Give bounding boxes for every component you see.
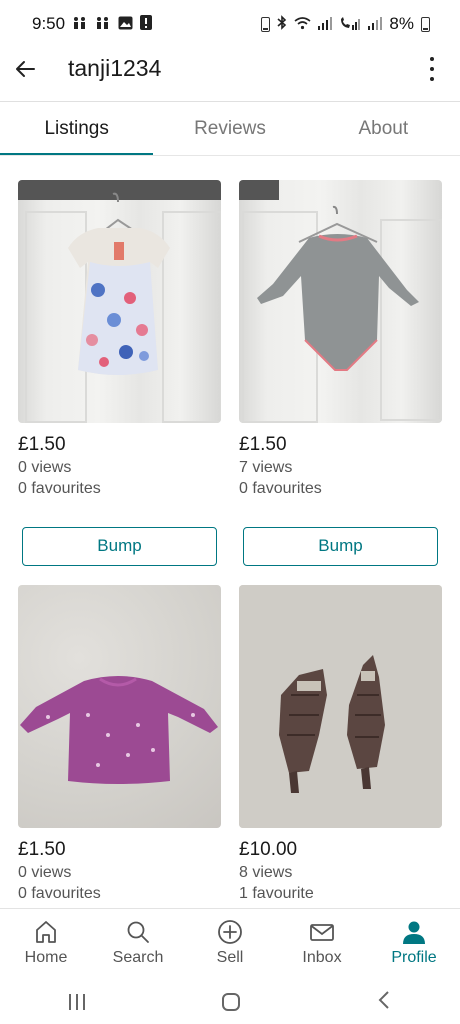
tab-reviews[interactable]: Reviews <box>153 102 306 156</box>
listing-photo[interactable] <box>18 585 221 828</box>
more-options-icon[interactable] <box>422 54 442 84</box>
kids-icon <box>72 16 88 33</box>
listing-views: 0 views <box>18 864 72 881</box>
listing-views: 0 views <box>18 459 72 476</box>
listing-price: £1.50 <box>18 434 66 455</box>
listings-grid: £1.50 0 views 0 favourites Bump £1.50 7 … <box>0 180 460 910</box>
nav-home[interactable]: Home <box>0 909 92 979</box>
search-icon <box>127 921 149 943</box>
listing-price: £1.50 <box>18 839 66 860</box>
nav-inbox[interactable]: Inbox <box>276 909 368 979</box>
battery-level: 8% <box>389 14 414 33</box>
profile-screen: 9:50 8% tanji1234 Listings Reviews About… <box>0 0 460 1024</box>
profile-icon <box>403 921 425 944</box>
battery-icon <box>421 16 430 32</box>
page-title: tanji1234 <box>68 55 162 81</box>
system-navigation-bar <box>0 979 460 1024</box>
bluetooth-icon <box>277 15 287 33</box>
nav-sell[interactable]: Sell <box>184 909 276 979</box>
recent-apps-icon[interactable] <box>68 993 85 1010</box>
listing-card[interactable]: £1.50 7 views 0 favourites Bump <box>239 180 442 566</box>
system-back-icon[interactable] <box>377 990 391 1013</box>
listing-views: 8 views <box>239 864 293 881</box>
profile-tabs: Listings Reviews About <box>0 102 460 156</box>
call-signal-icon <box>339 16 361 33</box>
divider <box>0 155 460 156</box>
image-icon <box>118 16 133 33</box>
back-arrow-icon[interactable] <box>12 56 38 82</box>
signal-icon <box>368 16 383 33</box>
nav-inbox-label: Inbox <box>302 949 342 966</box>
bump-button[interactable]: Bump <box>22 527 217 566</box>
nav-profile-label: Profile <box>391 949 437 966</box>
tab-listings[interactable]: Listings <box>0 102 154 156</box>
listing-favourites: 0 favourites <box>18 480 101 497</box>
nav-search[interactable]: Search <box>92 909 184 979</box>
nav-sell-label: Sell <box>216 949 244 966</box>
nav-profile[interactable]: Profile <box>368 909 460 979</box>
listing-favourites: 0 favourites <box>239 480 322 497</box>
nav-search-label: Search <box>112 949 164 966</box>
plus-circle-icon <box>218 920 242 944</box>
listing-price: £10.00 <box>239 839 298 860</box>
bottom-navigation: Home Search Sell Inbox Profile <box>0 909 460 979</box>
listing-photo[interactable] <box>18 180 221 423</box>
app-header: tanji1234 <box>0 48 460 102</box>
status-time: 9:50 <box>32 14 66 33</box>
status-bar: 9:50 8% <box>0 0 460 48</box>
home-icon <box>36 921 56 943</box>
nav-home-label: Home <box>24 949 68 966</box>
listing-photo[interactable] <box>239 180 442 423</box>
signal-icon <box>318 16 333 33</box>
listing-card[interactable]: £10.00 8 views 1 favourite <box>239 585 442 904</box>
home-button-icon[interactable] <box>221 992 240 1011</box>
listing-favourites: 1 favourite <box>239 885 314 902</box>
listing-price: £1.50 <box>239 434 287 455</box>
mail-icon <box>310 924 334 941</box>
battery-saver-icon <box>261 16 271 32</box>
listing-photo[interactable] <box>239 585 442 828</box>
wifi-icon <box>294 16 311 33</box>
tab-about[interactable]: About <box>307 102 460 156</box>
listing-favourites: 0 favourites <box>18 885 101 902</box>
listing-card[interactable]: £1.50 0 views 0 favourites Bump <box>18 180 221 566</box>
bump-button[interactable]: Bump <box>243 527 438 566</box>
listing-card[interactable]: £1.50 0 views 0 favourites <box>18 585 221 904</box>
alert-icon <box>140 15 153 33</box>
listing-views: 7 views <box>239 459 293 476</box>
kids-icon <box>95 16 111 33</box>
